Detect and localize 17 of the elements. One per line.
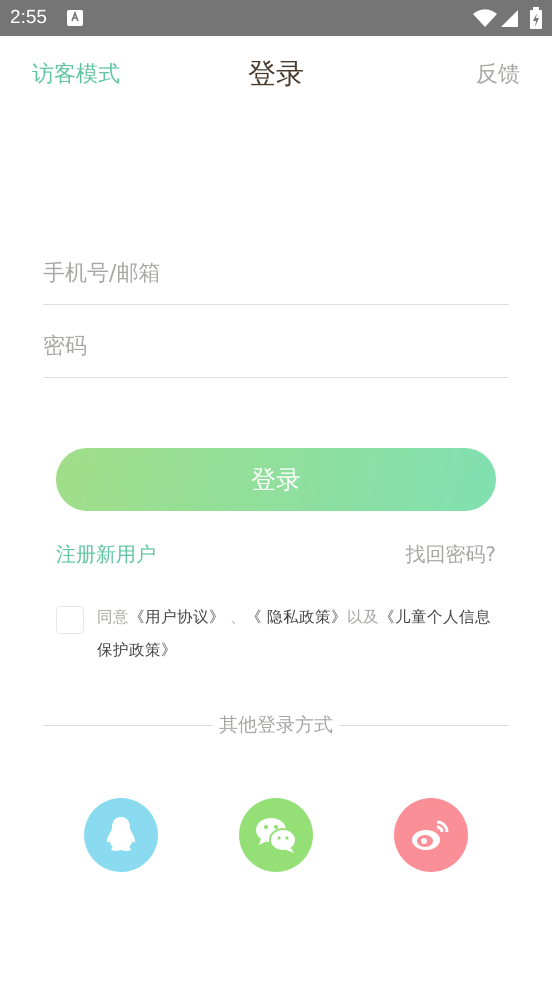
wifi-icon bbox=[473, 9, 497, 27]
battery-icon bbox=[530, 7, 542, 29]
keyboard-app-icon bbox=[66, 10, 83, 26]
agreement-text: 同意《用户协议》 、《 隐私政策》以及《儿童个人信息保护政策》 bbox=[97, 607, 492, 661]
feedback-link[interactable]: 反馈 bbox=[476, 59, 520, 89]
status-time: 2:55 bbox=[10, 7, 47, 29]
agree-checkbox[interactable] bbox=[56, 606, 84, 634]
register-link[interactable]: 注册新用户 bbox=[56, 541, 156, 568]
chat-bubbles-icon bbox=[255, 817, 297, 853]
guest-mode-link[interactable]: 访客模式 bbox=[32, 59, 120, 89]
other-login-title: 其他登录方式 bbox=[219, 713, 333, 738]
eye-signal-icon bbox=[411, 818, 451, 852]
recover-password-link[interactable]: 找回密码? bbox=[405, 541, 496, 568]
page-title: 登录 bbox=[248, 56, 304, 92]
penguin-icon bbox=[104, 816, 138, 854]
signal-icon bbox=[501, 10, 518, 26]
login-button[interactable]: 登录 bbox=[56, 448, 496, 511]
